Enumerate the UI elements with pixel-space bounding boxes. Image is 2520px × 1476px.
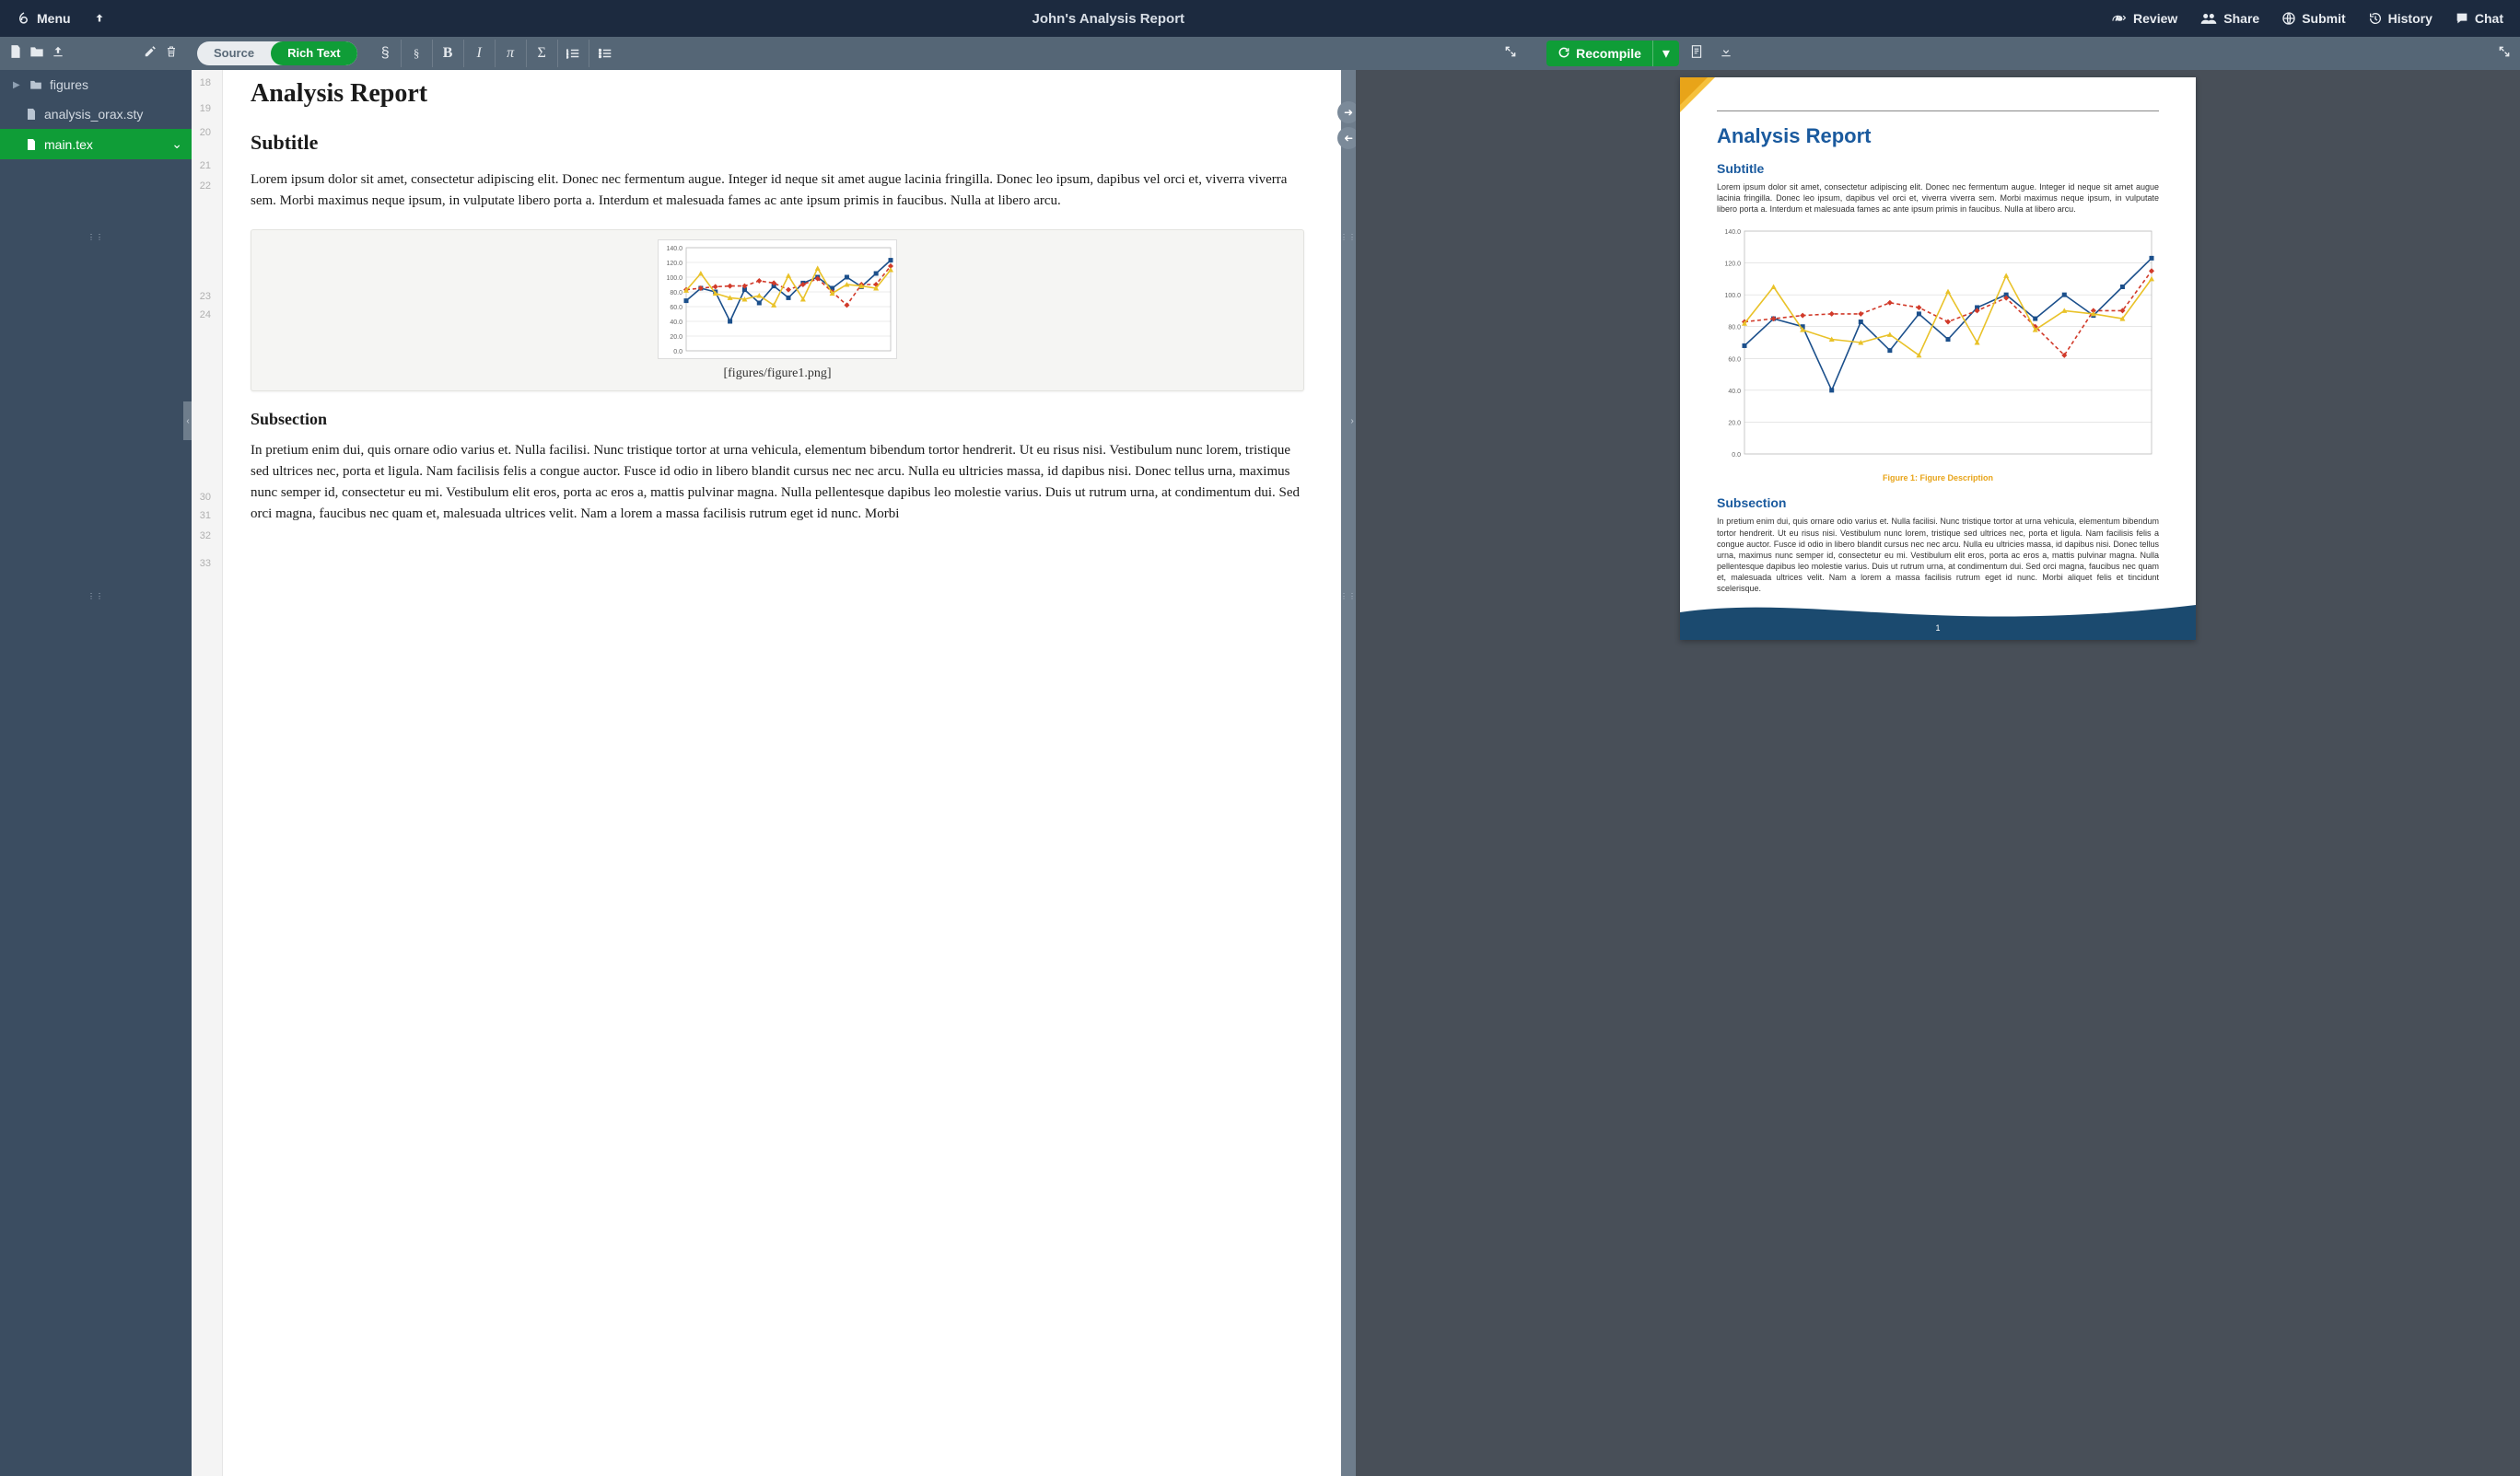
new-folder-icon[interactable]: [29, 45, 44, 63]
editor-expand-button[interactable]: [1495, 45, 1526, 63]
svg-text:40.0: 40.0: [670, 320, 682, 326]
file-main-tex[interactable]: main.tex ⌄: [0, 129, 192, 159]
pdf-subtitle: Subtitle: [1717, 161, 2159, 176]
chart-thumbnail: 0.0 20.0 40.0 60.0 80.0 100.0 120.0 140.0: [659, 240, 898, 360]
menu-label: Menu: [37, 11, 71, 26]
drag-handle-icon[interactable]: ⋮⋮: [88, 595, 104, 598]
project-title: John's Analysis Report: [115, 11, 2102, 27]
share-button[interactable]: Share: [2190, 6, 2269, 31]
review-button[interactable]: Ab Review: [2102, 6, 2187, 31]
logs-icon[interactable]: [1685, 44, 1709, 64]
pdf-subsection: Subsection: [1717, 495, 2159, 510]
pdf-para1: Lorem ipsum dolor sit amet, consectetur …: [1717, 181, 2159, 215]
recompile-button[interactable]: Recompile ▾: [1546, 41, 1679, 66]
subsection-button[interactable]: §: [402, 40, 433, 67]
figure-placeholder: 0.0 20.0 40.0 60.0 80.0 100.0 120.0 140.0 [figu…: [251, 229, 1304, 391]
refresh-icon: [1558, 46, 1570, 62]
review-icon: Ab: [2111, 11, 2128, 26]
collapse-sidebar-button[interactable]: ‹: [183, 401, 192, 440]
history-button[interactable]: History: [2359, 6, 2442, 31]
file-icon: [26, 138, 37, 151]
rename-icon[interactable]: [144, 45, 157, 63]
svg-text:120.0: 120.0: [666, 261, 682, 267]
pdf-page: Analysis Report Subtitle Lorem ipsum dol…: [1680, 77, 2196, 640]
top-bar: Menu John's Analysis Report Ab Review Sh…: [0, 0, 2520, 37]
doc-subsection: Subsection: [251, 410, 1304, 429]
page-number: 1: [1680, 623, 2196, 633]
upload-icon[interactable]: [52, 44, 64, 64]
svg-text:140.0: 140.0: [1724, 229, 1741, 236]
pdf-title: Analysis Report: [1717, 124, 2159, 148]
chat-button[interactable]: Chat: [2445, 6, 2513, 31]
toolbar: Source Rich Text § § B I π Σ 123 Recompi…: [0, 37, 2520, 70]
mode-source[interactable]: Source: [197, 41, 271, 65]
drag-handle-icon: ⋮⋮: [1340, 595, 1357, 598]
svg-text:100.0: 100.0: [1724, 294, 1741, 300]
pdf-para2: In pretium enim dui, quis ornare odio va…: [1717, 516, 2159, 594]
svg-text:60.0: 60.0: [1728, 357, 1741, 364]
doc-subtitle: Subtitle: [251, 131, 1304, 155]
delete-icon[interactable]: [166, 45, 177, 63]
svg-text:0.0: 0.0: [673, 349, 682, 355]
figure-thumbnail: 0.0 20.0 40.0 60.0 80.0 100.0 120.0 140.0: [658, 239, 897, 359]
up-arrow-icon: [93, 12, 106, 25]
drag-handle-icon: ⋮⋮: [1340, 236, 1357, 238]
pdf-chart: 0.0 20.0 40.0 60.0 80.0 100.0 120.0 140.0: [1717, 224, 2159, 463]
download-icon[interactable]: [1714, 44, 1738, 64]
doc-para2: In pretium enim dui, quis ornare odio va…: [251, 440, 1304, 526]
page-footer-wave: 1: [1680, 594, 2196, 640]
people-icon: [2199, 11, 2218, 26]
chat-icon: [2455, 11, 2469, 26]
svg-text:40.0: 40.0: [1728, 389, 1741, 395]
svg-text:20.0: 20.0: [670, 334, 682, 341]
section-button[interactable]: §: [370, 40, 402, 67]
numbered-list-button[interactable]: 123: [558, 40, 589, 67]
svg-text:60.0: 60.0: [670, 305, 682, 311]
submit-button[interactable]: Submit: [2272, 6, 2354, 31]
svg-text:0.0: 0.0: [1732, 452, 1741, 459]
doc-para1: Lorem ipsum dolor sit amet, consectetur …: [251, 169, 1304, 213]
mode-rich-text[interactable]: Rich Text: [271, 41, 357, 65]
pi-button[interactable]: π: [496, 40, 527, 67]
svg-text:140.0: 140.0: [666, 246, 682, 252]
chevron-down-icon[interactable]: ⌄: [171, 136, 182, 152]
svg-text:20.0: 20.0: [1728, 421, 1741, 427]
globe-icon: [2281, 11, 2296, 26]
overleaf-logo-icon: [17, 11, 31, 26]
header-rule: [1717, 110, 2159, 111]
figure-path: [figures/figure1.png]: [264, 366, 1290, 381]
file-tree: ▶ figures analysis_orax.sty main.tex ⌄ ⋮…: [0, 70, 192, 1476]
editor-content[interactable]: Analysis Report Subtitle Lorem ipsum dol…: [223, 70, 1341, 1476]
editor-pane: 1819202122232430313233 Analysis Report S…: [192, 70, 1341, 1476]
sigma-button[interactable]: Σ: [527, 40, 558, 67]
drag-handle-icon[interactable]: ⋮⋮: [88, 236, 104, 238]
folder-figures[interactable]: ▶ figures: [0, 70, 192, 99]
folder-icon: [29, 79, 42, 90]
svg-text:Ab: Ab: [2116, 17, 2122, 22]
file-icon: [26, 108, 37, 121]
file-sty[interactable]: analysis_orax.sty: [0, 99, 192, 129]
new-file-icon[interactable]: [9, 44, 22, 64]
recompile-dropdown[interactable]: ▾: [1652, 41, 1679, 66]
menu-button[interactable]: Menu: [7, 6, 80, 31]
up-button[interactable]: [84, 6, 115, 30]
history-icon: [2368, 11, 2383, 26]
svg-text:80.0: 80.0: [670, 290, 682, 296]
pane-divider[interactable]: ➜ ➜ ⋮⋮ › ⋮⋮: [1341, 70, 1356, 1476]
svg-text:3: 3: [566, 55, 568, 59]
doc-title: Analysis Report: [251, 79, 1304, 109]
preview-expand-button[interactable]: [2489, 45, 2520, 63]
svg-text:80.0: 80.0: [1728, 325, 1741, 331]
page-corner-decoration: [1680, 77, 1715, 112]
italic-button[interactable]: I: [464, 40, 496, 67]
pdf-preview[interactable]: Analysis Report Subtitle Lorem ipsum dol…: [1356, 70, 2520, 1476]
svg-text:120.0: 120.0: [1724, 261, 1741, 268]
line-gutter: 1819202122232430313233: [192, 70, 223, 1476]
bullet-list-button[interactable]: [589, 40, 621, 67]
svg-text:100.0: 100.0: [666, 275, 682, 282]
chevron-right-icon: ▶: [13, 80, 22, 90]
editor-mode-toggle[interactable]: Source Rich Text: [197, 41, 357, 65]
pdf-figure-caption: Figure 1: Figure Description: [1717, 473, 2159, 482]
bold-button[interactable]: B: [433, 40, 464, 67]
